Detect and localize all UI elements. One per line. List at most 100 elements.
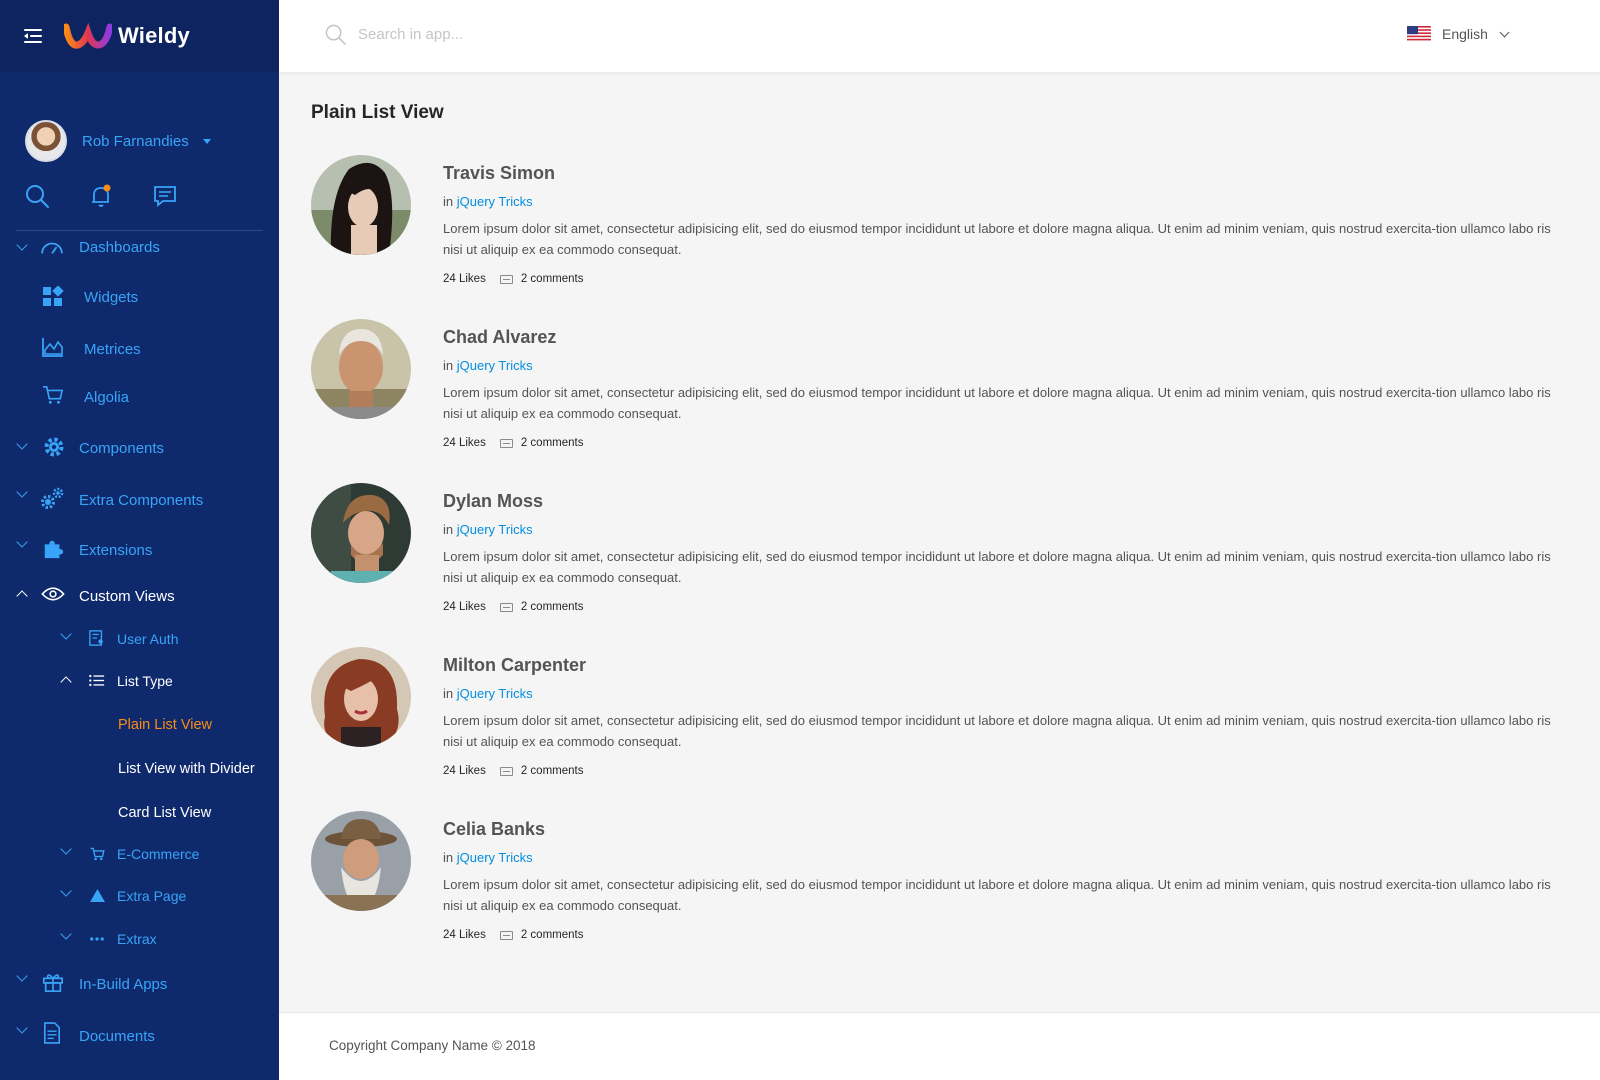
comments-count[interactable]: 2 comments (521, 765, 584, 777)
avatar[interactable] (25, 120, 67, 162)
gears-icon (41, 487, 64, 509)
sidebar-item-label: Metrices (84, 341, 141, 358)
dashboard-gauge-icon (41, 242, 63, 254)
category-prefix: in (443, 522, 454, 537)
list-item-name[interactable]: Chad Alvarez (443, 327, 1568, 348)
category-link[interactable]: jQuery Tricks (457, 194, 533, 209)
comment-icon (499, 438, 513, 448)
comments-count[interactable]: 2 comments (521, 437, 584, 449)
widgets-icon (43, 286, 64, 306)
sidebar-item-e-commerce[interactable]: E-Commerce (0, 843, 279, 865)
sidebar-item-extensions[interactable]: Extensions (0, 536, 279, 562)
gear-icon (44, 437, 64, 457)
sidebar-item-custom-views[interactable]: Custom Views (0, 584, 279, 608)
likes-count[interactable]: 24 Likes (443, 929, 486, 941)
page-title: Plain List View (311, 102, 444, 123)
comment-icon (499, 602, 513, 612)
list-item-body: Celia Banks in jQuery Tricks Lorem ipsum… (443, 819, 1568, 941)
sidebar-item-metrices[interactable]: Metrices (0, 336, 279, 360)
sidebar-item-documents[interactable]: Documents (0, 1022, 279, 1048)
shopping-cart-icon (43, 386, 64, 404)
more-dots-icon (90, 937, 104, 941)
sidebar-item-widgets[interactable]: Widgets (0, 285, 279, 309)
comment-icon (499, 274, 513, 284)
category-link[interactable]: jQuery Tricks (457, 850, 533, 865)
caret-down-icon[interactable] (202, 138, 211, 144)
notification-bell-icon[interactable] (88, 183, 114, 209)
search-bar[interactable] (325, 24, 758, 45)
sidebar-item-list-type[interactable]: List Type (0, 670, 279, 692)
list-item: Dylan Moss in jQuery Tricks Lorem ipsum … (311, 483, 1571, 643)
search-input[interactable] (358, 26, 758, 43)
list-item-meta: 24 Likes 2 comments (443, 273, 1568, 285)
sidebar-item-label: Custom Views (79, 588, 175, 605)
user-name[interactable]: Rob Farnandies (82, 133, 189, 150)
puzzle-icon (44, 540, 64, 559)
list-item-meta: 24 Likes 2 comments (443, 437, 1568, 449)
sidebar-item-list-view-with-divider[interactable]: List View with Divider (0, 758, 279, 780)
category-prefix: in (443, 686, 454, 701)
avatar[interactable] (311, 483, 411, 583)
language-label[interactable]: English (1442, 26, 1488, 42)
menu-toggle-icon[interactable] (24, 28, 44, 44)
sidebar-item-user-auth[interactable]: User Auth (0, 628, 279, 650)
sidebar-item-card-list-view[interactable]: Card List View (0, 802, 279, 824)
avatar[interactable] (311, 155, 411, 255)
gift-icon (43, 974, 63, 992)
sidebar-item-extra-components[interactable]: Extra Components (0, 486, 279, 512)
comments-count[interactable]: 2 comments (521, 273, 584, 285)
sidebar-item-label: List View with Divider (118, 761, 255, 777)
chat-icon[interactable] (152, 183, 178, 209)
comments-count[interactable]: 2 comments (521, 601, 584, 613)
list-item-description: Lorem ipsum dolor sit amet, consectetur … (443, 877, 1551, 913)
sidebar-item-algolia[interactable]: Algolia (0, 384, 279, 408)
area-chart-icon (42, 338, 63, 357)
sidebar-item-extra-page[interactable]: Extra Page (0, 885, 279, 907)
category-link[interactable]: jQuery Tricks (457, 686, 533, 701)
chevron-down-icon[interactable] (1499, 27, 1510, 37)
sidebar-item-components[interactable]: Components (0, 436, 279, 460)
chevron-down-icon (16, 970, 28, 982)
category-link[interactable]: jQuery Tricks (457, 522, 533, 537)
list-item-description: Lorem ipsum dolor sit amet, consectetur … (443, 549, 1551, 585)
likes-count[interactable]: 24 Likes (443, 765, 486, 777)
avatar[interactable] (311, 647, 411, 747)
avatar[interactable] (311, 319, 411, 419)
category-link[interactable]: jQuery Tricks (457, 358, 533, 373)
avatar[interactable] (311, 811, 411, 911)
category-prefix: in (443, 194, 454, 209)
sidebar-item-extrax[interactable]: Extrax (0, 928, 279, 950)
sidebar-item-in-build-apps[interactable]: In-Build Apps (0, 970, 279, 996)
sidebar-item-label: Documents (79, 1028, 155, 1045)
list-item: Chad Alvarez in jQuery Tricks Lorem ipsu… (311, 319, 1571, 479)
sidebar-item-dashboards[interactable]: Dashboards (0, 236, 279, 260)
likes-count[interactable]: 24 Likes (443, 601, 486, 613)
sidebar-item-label: In-Build Apps (79, 976, 168, 993)
list-item-name[interactable]: Milton Carpenter (443, 655, 1568, 676)
likes-count[interactable]: 24 Likes (443, 437, 486, 449)
language-selector[interactable]: English (1407, 26, 1510, 42)
list-item-body: Chad Alvarez in jQuery Tricks Lorem ipsu… (443, 327, 1568, 449)
sidebar-item-plain-list-view[interactable]: Plain List View (0, 714, 279, 736)
list-item: Milton Carpenter in jQuery Tricks Lorem … (311, 647, 1571, 807)
chevron-down-icon (16, 438, 28, 450)
brand-logo[interactable]: Wieldy (64, 23, 190, 49)
sidebar-item-label: Extrax (117, 931, 157, 947)
list-item-name[interactable]: Travis Simon (443, 163, 1568, 184)
shopping-cart-icon (90, 847, 105, 861)
sidebar-item-label: Widgets (84, 289, 139, 306)
sidebar-item-label: List Type (117, 673, 173, 689)
chevron-up-icon (60, 676, 72, 688)
search-icon[interactable] (325, 24, 346, 45)
chevron-down-icon (16, 536, 28, 548)
list-item-name[interactable]: Celia Banks (443, 819, 1568, 840)
sidebar-item-label: Dashboards (79, 239, 160, 256)
likes-count[interactable]: 24 Likes (443, 273, 486, 285)
chevron-down-icon (60, 885, 72, 897)
search-icon[interactable] (24, 183, 50, 209)
list-item-name[interactable]: Dylan Moss (443, 491, 1568, 512)
list-item-description: Lorem ipsum dolor sit amet, consectetur … (443, 221, 1551, 257)
copyright-text: Copyright Company Name © 2018 (329, 1038, 536, 1053)
comments-count[interactable]: 2 comments (521, 929, 584, 941)
list-item-category: in jQuery Tricks (443, 850, 1568, 865)
